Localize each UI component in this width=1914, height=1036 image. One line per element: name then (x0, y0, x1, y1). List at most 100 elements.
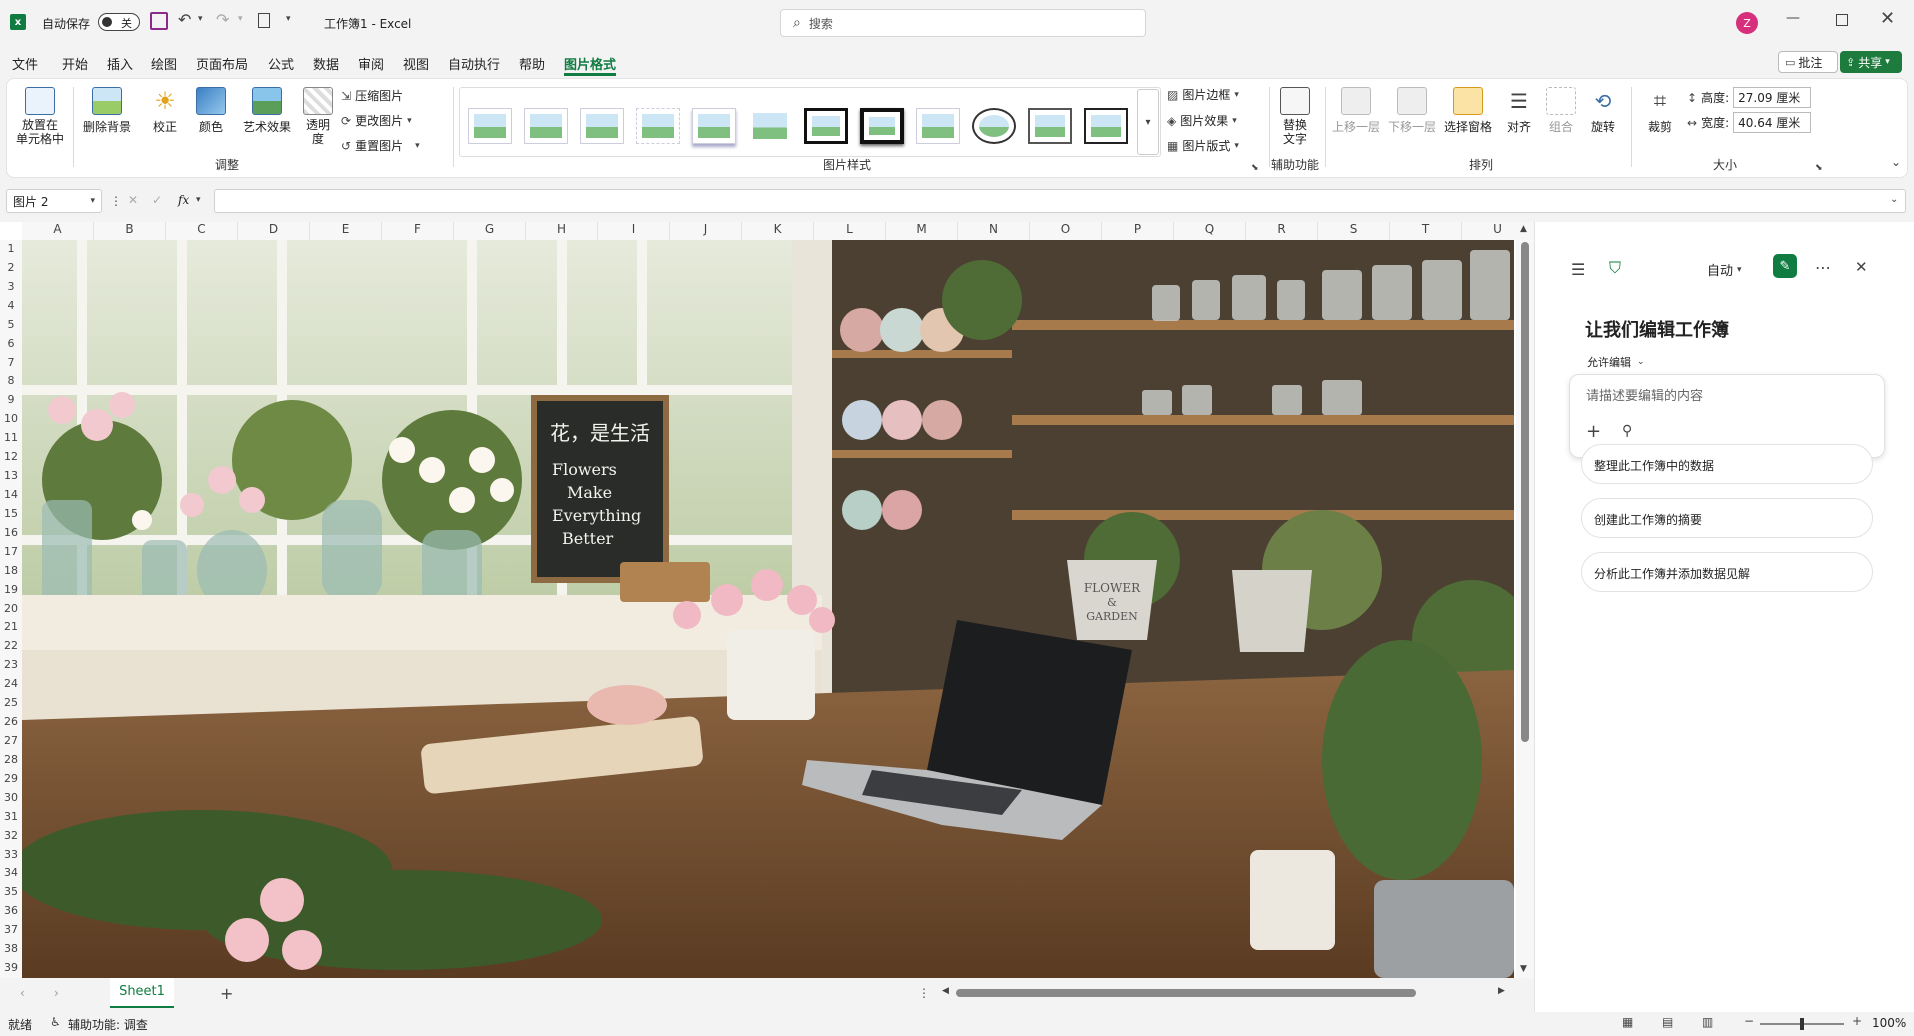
collapse-ribbon-icon[interactable]: ⌄ (1891, 155, 1901, 169)
height-field[interactable]: ↕ 高度: 27.09 厘米 (1687, 87, 1812, 108)
prev-sheet-icon[interactable]: ‹ (20, 986, 25, 1000)
undo-icon[interactable]: ↶ (178, 10, 191, 29)
picture-styles-gallery[interactable] (459, 87, 1161, 157)
add-icon[interactable]: + (1586, 421, 1601, 442)
zoom-out-icon[interactable]: − (1744, 1014, 1754, 1028)
more-options-icon[interactable]: ⋮ (110, 194, 122, 208)
column-header[interactable]: Q (1174, 222, 1246, 240)
inserted-picture[interactable]: 花，是生活 Flowers Make Everything Better FLO… (22, 240, 1514, 978)
style-thumb-11[interactable] (1028, 108, 1072, 144)
color-button[interactable]: 颜色 (193, 87, 229, 135)
tab-formulas[interactable]: 公式 (268, 54, 294, 73)
tab-insert[interactable]: 插入 (107, 54, 133, 73)
column-header[interactable]: I (598, 222, 670, 240)
tab-page-layout[interactable]: 页面布局 (196, 54, 248, 73)
style-thumb-1[interactable] (468, 108, 512, 144)
size-launcher-icon[interactable]: ⬊ (1815, 163, 1823, 173)
new-file-icon[interactable] (258, 13, 270, 28)
row-header[interactable]: 10 (0, 410, 22, 430)
place-in-cell-button[interactable]: 放置在 单元格中 (15, 87, 65, 146)
align-button[interactable]: ☰ 对齐 (1501, 87, 1537, 135)
column-header[interactable]: B (94, 222, 166, 240)
column-header[interactable]: A (22, 222, 94, 240)
row-header[interactable]: 22 (0, 637, 22, 657)
fx-dropdown-icon[interactable]: ▾ (196, 195, 201, 205)
more-icon[interactable]: ⋯ (1815, 258, 1831, 277)
zoom-slider[interactable] (1760, 1018, 1844, 1030)
menu-icon[interactable]: ☰ (1571, 260, 1585, 279)
row-header[interactable]: 4 (0, 296, 22, 316)
formula-input[interactable] (214, 189, 1906, 213)
row-header[interactable]: 33 (0, 845, 22, 865)
autosave-toggle[interactable]: 关 (98, 13, 140, 31)
row-header[interactable]: 21 (0, 618, 22, 638)
scroll-left-icon[interactable]: ◀ (942, 986, 949, 996)
transparency-button[interactable]: 透明 度 (301, 87, 335, 146)
tab-automate[interactable]: 自动执行 (448, 54, 500, 73)
share-button[interactable]: ⇪ 共享 ▾ (1840, 51, 1902, 73)
gallery-more-icon[interactable]: ▾ (1137, 89, 1159, 155)
next-sheet-icon[interactable]: › (54, 986, 59, 1000)
selection-pane-button[interactable]: 选择窗格 (1441, 87, 1495, 135)
row-header[interactable]: 26 (0, 713, 22, 732)
tab-review[interactable]: 审阅 (358, 54, 384, 73)
avatar[interactable]: Z (1736, 12, 1758, 34)
style-thumb-8[interactable] (860, 108, 904, 144)
save-icon[interactable] (150, 12, 168, 30)
row-header[interactable]: 13 (0, 467, 22, 486)
vertical-scrollbar[interactable]: ▲ ▼ (1516, 222, 1534, 978)
horizontal-scroll-thumb[interactable] (956, 989, 1416, 997)
shield-icon[interactable]: ⛉ (1609, 258, 1621, 278)
column-header[interactable]: L (814, 222, 886, 240)
accessibility-status[interactable]: 辅助功能: 调查 (68, 1016, 148, 1033)
zoom-in-icon[interactable]: + (1852, 1014, 1862, 1028)
width-input[interactable]: 40.64 厘米 (1733, 112, 1812, 133)
column-header[interactable]: N (958, 222, 1030, 240)
sheet-options-icon[interactable]: ⋮ (918, 986, 930, 1000)
column-header[interactable]: R (1246, 222, 1318, 240)
row-header[interactable]: 6 (0, 334, 22, 354)
rotate-button[interactable]: ⟲ 旋转 (1585, 87, 1621, 135)
insert-function-button[interactable]: fx (178, 193, 189, 207)
row-header[interactable]: 39 (0, 959, 22, 978)
close-window-icon[interactable]: ✕ (1880, 8, 1895, 29)
style-thumb-12[interactable] (1084, 108, 1128, 144)
compress-pictures-button[interactable]: ⇲ 压缩图片 (341, 87, 403, 104)
customize-qat-icon[interactable]: ▾ (286, 14, 291, 24)
style-thumb-5[interactable] (692, 108, 736, 144)
row-header[interactable]: 24 (0, 675, 22, 695)
mode-dropdown[interactable]: 自动 ▾ (1707, 260, 1742, 279)
style-thumb-10[interactable] (972, 108, 1016, 144)
suggestion-insights[interactable]: 分析此工作簿并添加数据见解 (1581, 552, 1873, 592)
column-header[interactable]: G (454, 222, 526, 240)
page-break-view-icon[interactable]: ▥ (1702, 1015, 1713, 1029)
remove-background-button[interactable]: 删除背景 (81, 87, 133, 135)
row-header[interactable]: 2 (0, 258, 22, 278)
permission-dropdown[interactable]: 允许编辑 ⌄ (1587, 354, 1645, 370)
row-header[interactable]: 1 (0, 240, 22, 259)
redo-dropdown-icon[interactable]: ▾ (238, 14, 243, 24)
enter-icon[interactable]: ✓ (152, 193, 162, 207)
row-header[interactable]: 23 (0, 656, 22, 676)
undo-dropdown-icon[interactable]: ▾ (198, 14, 203, 24)
add-sheet-icon[interactable]: + (220, 984, 233, 1003)
row-header[interactable]: 36 (0, 902, 22, 922)
alt-text-button[interactable]: 替换 文字 (1275, 87, 1315, 146)
column-header[interactable]: M (886, 222, 958, 240)
row-header[interactable]: 7 (0, 353, 22, 373)
row-header[interactable]: 15 (0, 504, 22, 524)
column-header[interactable]: E (310, 222, 382, 240)
picture-effects-button[interactable]: ◈ 图片效果 ▾ (1167, 112, 1237, 129)
row-header[interactable]: 19 (0, 580, 22, 600)
row-header[interactable]: 18 (0, 561, 22, 581)
row-header[interactable]: 5 (0, 315, 22, 335)
row-header[interactable]: 14 (0, 486, 22, 505)
reset-picture-button[interactable]: ↺ 重置图片 ▾ (341, 137, 420, 154)
column-header[interactable]: T (1390, 222, 1462, 240)
redo-icon[interactable]: ↷ (216, 10, 229, 29)
width-field[interactable]: ↔ 宽度: 40.64 厘米 (1687, 112, 1812, 133)
tab-picture-format[interactable]: 图片格式 (564, 54, 616, 73)
row-header[interactable]: 12 (0, 448, 22, 468)
column-header[interactable]: H (526, 222, 598, 240)
row-header[interactable]: 8 (0, 372, 22, 392)
